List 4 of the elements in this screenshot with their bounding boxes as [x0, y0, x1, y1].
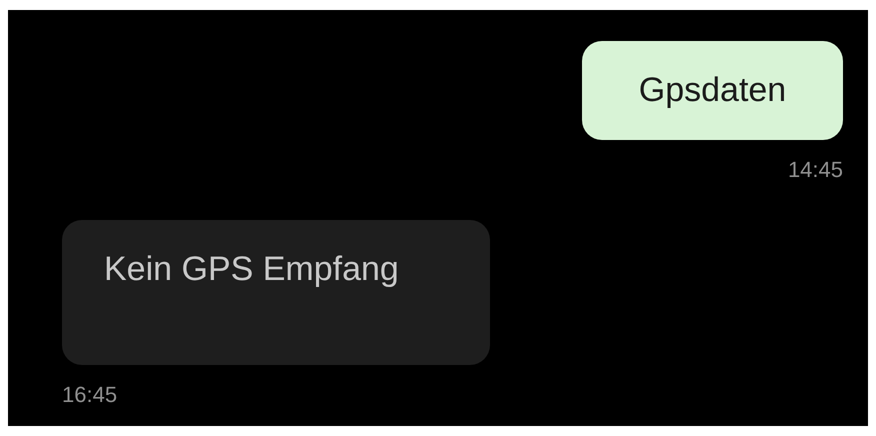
message-time: 14:45 — [788, 157, 843, 183]
message-text: Gpsdaten — [638, 71, 786, 110]
message-time: 16:45 — [62, 382, 118, 408]
message-text: Kein GPS Empfang — [104, 250, 399, 288]
